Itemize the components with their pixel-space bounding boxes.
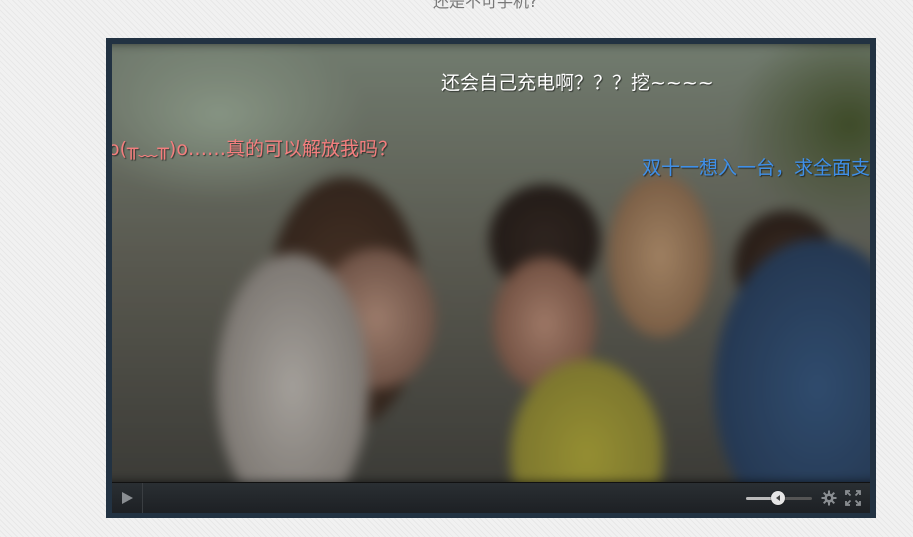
play-icon bbox=[122, 492, 133, 504]
danmaku-comment-2: o(╥﹏╥)o……真的可以解放我吗？ bbox=[112, 138, 397, 160]
gear-icon[interactable] bbox=[821, 490, 837, 506]
volume-knob[interactable] bbox=[770, 491, 785, 505]
video-overlay bbox=[112, 44, 870, 482]
danmaku-comment-3: 双十一想入一台，求全面支 bbox=[642, 157, 870, 179]
video-player: 还会自己充电啊？？？挖~~~~ o(╥﹏╥)o……真的可以解放我吗？ 双十一想入… bbox=[106, 38, 876, 518]
danmaku-comment-1: 还会自己充电啊？？？挖~~~~ bbox=[441, 72, 714, 94]
control-bar bbox=[112, 482, 870, 513]
volume-slider[interactable] bbox=[746, 491, 812, 505]
play-button[interactable] bbox=[112, 483, 143, 513]
page-caption: 还是不可手机? bbox=[433, 0, 538, 11]
fullscreen-icon[interactable] bbox=[845, 490, 861, 506]
video-frame[interactable]: 还会自己充电啊？？？挖~~~~ o(╥﹏╥)o……真的可以解放我吗？ 双十一想入… bbox=[112, 44, 870, 482]
